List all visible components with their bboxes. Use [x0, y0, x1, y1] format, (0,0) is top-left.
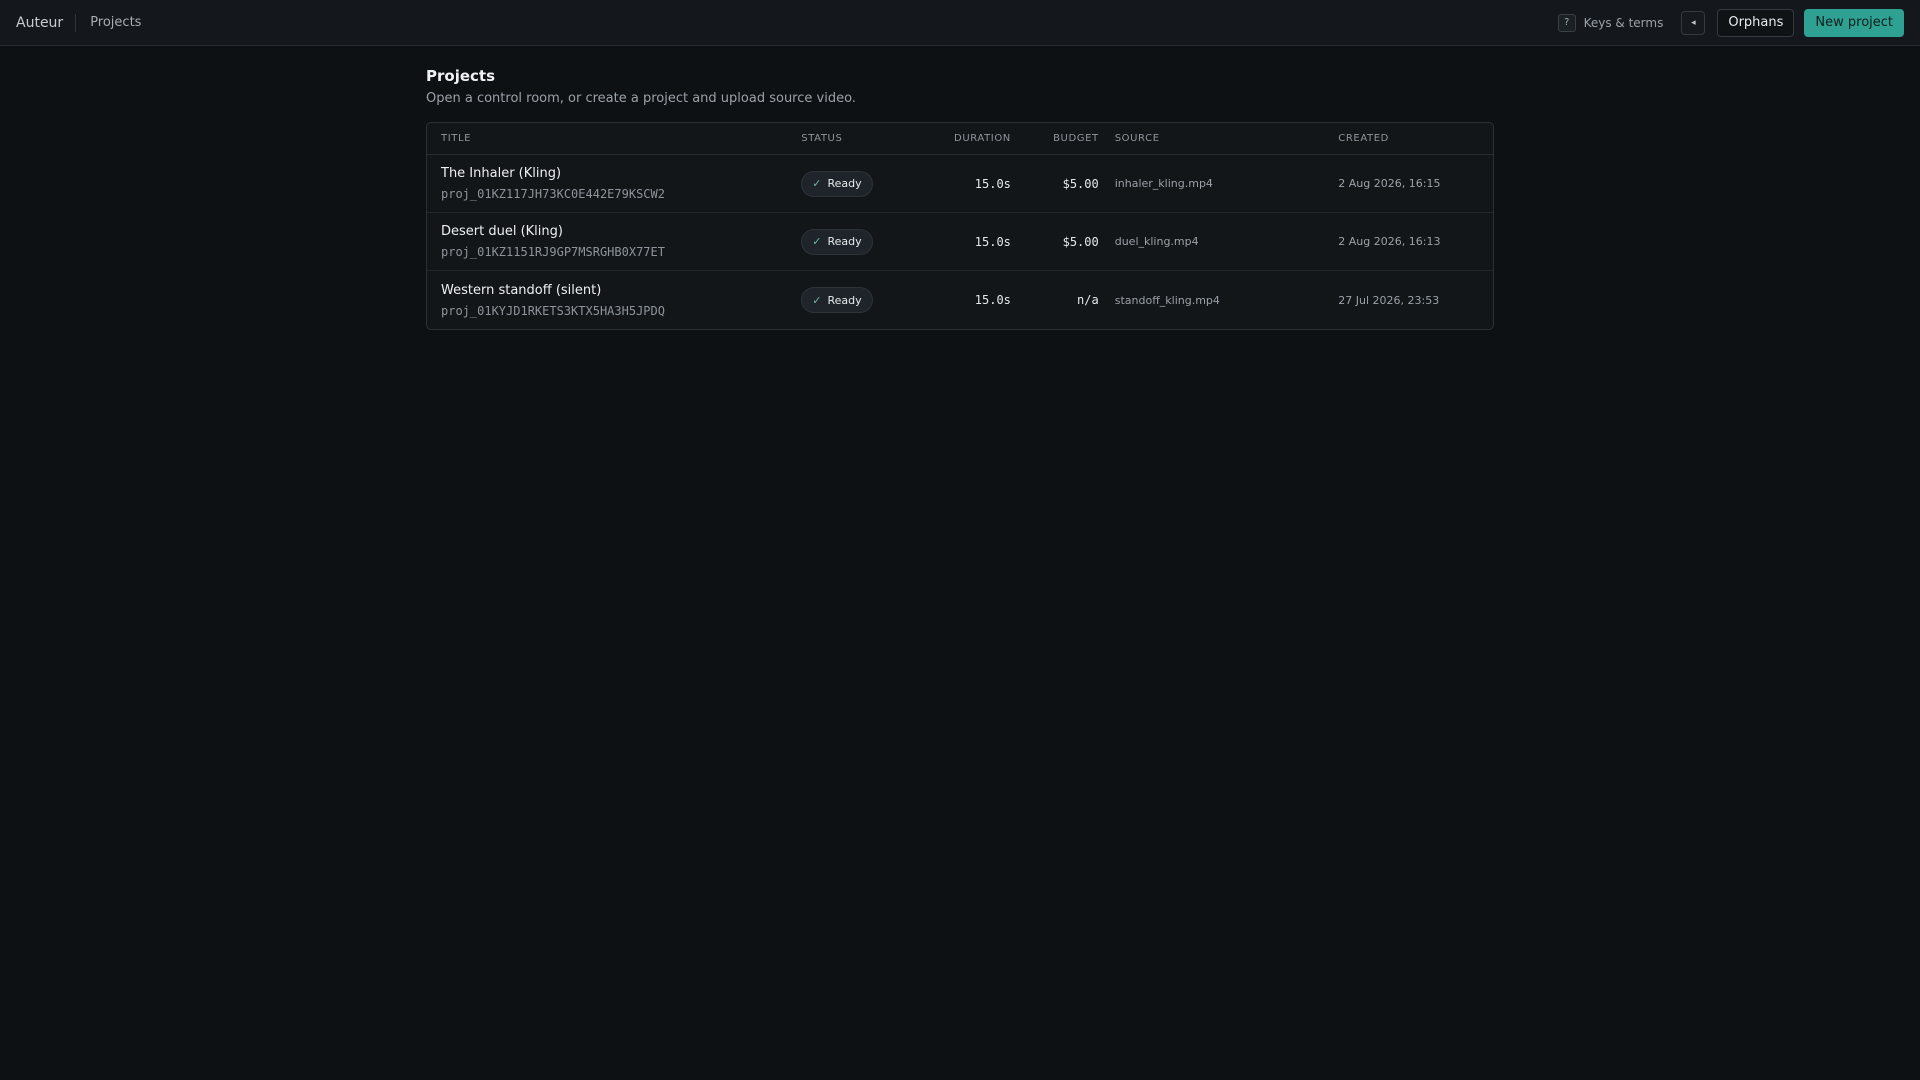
project-title-cell: The Inhaler (Kling) proj_01KZ117JH73KC0E…	[427, 165, 801, 202]
status-badge: ✓ Ready	[801, 287, 873, 313]
new-project-button[interactable]: New project	[1804, 8, 1904, 37]
project-name[interactable]: Western standoff (silent)	[441, 282, 801, 300]
duration-cell: 15.0s	[974, 176, 1011, 191]
main-content: Projects Open a control room, or create …	[426, 66, 1494, 330]
top-bar: Auteur Projects ? Keys & terms ◂ Orphans…	[0, 0, 1920, 46]
source-cell: standoff_kling.mp4	[1114, 293, 1220, 307]
source-cell: duel_kling.mp4	[1114, 235, 1199, 248]
created-cell: 27 Jul 2026, 23:53	[1338, 293, 1440, 307]
project-name[interactable]: The Inhaler (Kling)	[441, 165, 801, 183]
chevron-left-icon: ◂	[1691, 17, 1696, 28]
status-label: Ready	[827, 293, 862, 307]
page-subtitle: Open a control room, or create a project…	[426, 91, 856, 106]
project-title-cell: Desert duel (Kling) proj_01KZ1151RJ9GP7M…	[427, 223, 801, 260]
project-id: proj_01KYJD1RKETS3KTX5HA3H5JPDQ	[441, 303, 665, 318]
project-title-cell: Western standoff (silent) proj_01KYJD1RK…	[427, 282, 801, 319]
budget-cell: $5.00	[1062, 234, 1099, 249]
header-source[interactable]: SOURCE	[1099, 133, 1339, 144]
header-duration[interactable]: DURATION	[921, 133, 1011, 144]
collapse-button[interactable]: ◂	[1681, 10, 1706, 35]
source-cell: inhaler_kling.mp4	[1114, 177, 1213, 190]
check-icon: ✓	[812, 293, 822, 307]
header-budget[interactable]: BUDGET	[1011, 133, 1099, 144]
topbar-actions: ? Keys & terms ◂ Orphans New project	[1557, 8, 1904, 37]
status-cell: ✓ Ready	[801, 228, 921, 255]
breadcrumb-projects[interactable]: Projects	[76, 15, 141, 30]
status-badge: ✓ Ready	[801, 170, 873, 197]
keys-terms-label: Keys & terms	[1583, 15, 1664, 30]
header-title[interactable]: TITLE	[427, 133, 801, 144]
table-row[interactable]: Desert duel (Kling) proj_01KZ1151RJ9GP7M…	[427, 213, 1493, 271]
status-badge: ✓ Ready	[801, 228, 873, 255]
status-cell: ✓ Ready	[801, 287, 921, 313]
status-label: Ready	[827, 235, 862, 248]
created-cell: 2 Aug 2026, 16:15	[1338, 177, 1441, 190]
help-icon: ?	[1557, 13, 1576, 32]
page-title: Projects	[426, 67, 496, 85]
table-row[interactable]: Western standoff (silent) proj_01KYJD1RK…	[427, 271, 1493, 329]
check-icon: ✓	[812, 235, 822, 248]
duration-cell: 15.0s	[974, 234, 1011, 249]
projects-table: TITLE STATUS DURATION BUDGET SOURCE CREA…	[426, 122, 1494, 330]
table-header: TITLE STATUS DURATION BUDGET SOURCE CREA…	[427, 123, 1493, 155]
project-name[interactable]: Desert duel (Kling)	[441, 223, 801, 241]
duration-cell: 15.0s	[974, 293, 1011, 307]
keys-terms-link[interactable]: ? Keys & terms	[1557, 13, 1664, 32]
budget-cell: $5.00	[1062, 176, 1099, 191]
project-id: proj_01KZ117JH73KC0E442E79KSCW2	[441, 187, 665, 201]
status-cell: ✓ Ready	[801, 170, 921, 197]
header-created[interactable]: CREATED	[1338, 133, 1493, 144]
created-cell: 2 Aug 2026, 16:13	[1338, 235, 1441, 248]
check-icon: ✓	[812, 177, 822, 190]
brand-link[interactable]: Auteur	[16, 13, 77, 32]
project-id: proj_01KZ1151RJ9GP7MSRGHB0X77ET	[441, 245, 665, 259]
orphans-button[interactable]: Orphans	[1717, 8, 1795, 37]
header-status[interactable]: STATUS	[801, 133, 921, 144]
table-row[interactable]: The Inhaler (Kling) proj_01KZ117JH73KC0E…	[427, 155, 1493, 213]
status-label: Ready	[827, 177, 862, 190]
budget-cell: n/a	[1077, 293, 1099, 307]
